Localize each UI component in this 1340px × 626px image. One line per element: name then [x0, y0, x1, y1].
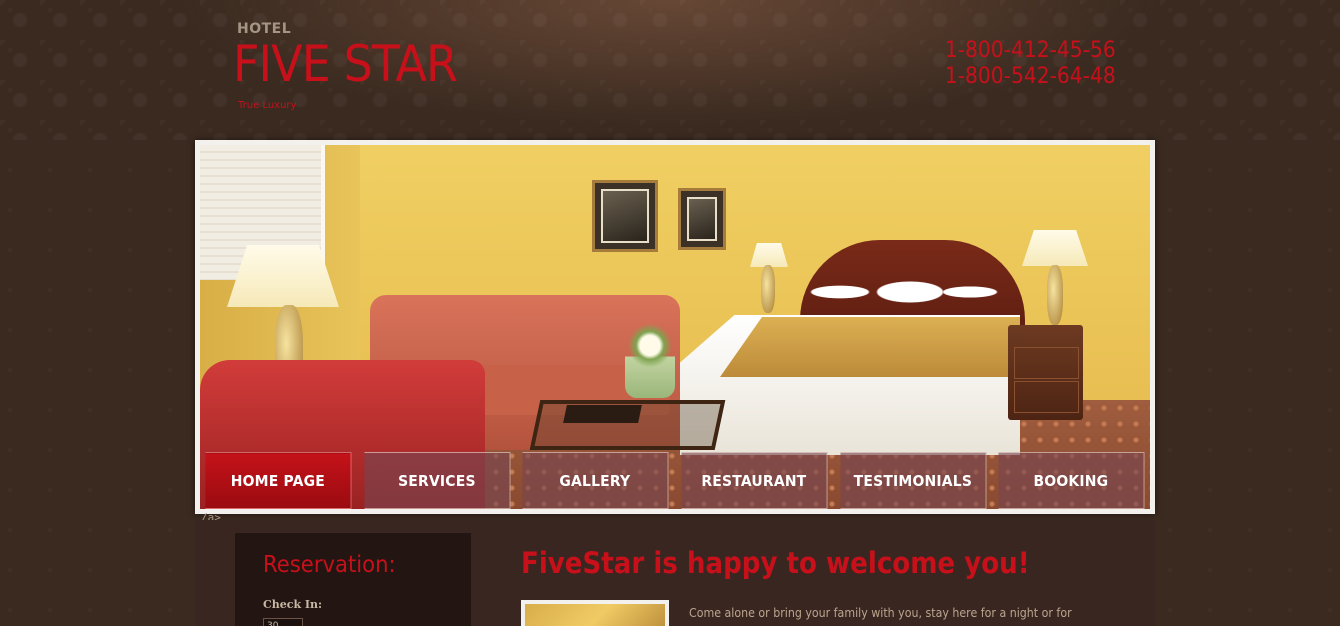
logo-tagline: True Luxury — [238, 100, 297, 111]
hotel-room-photo: HOME PAGE SERVICES GALLERY RESTAURANT TE… — [200, 145, 1150, 509]
phone-number-2: 1-800-542-64-48 — [945, 64, 1116, 89]
site-header: HOTEL FIVE STAR True Luxury 1-800-412-45… — [0, 0, 1340, 140]
nav-item-testimonials[interactable]: TESTIMONIALS — [840, 452, 986, 509]
main-nav: HOME PAGE SERVICES GALLERY RESTAURANT TE… — [200, 452, 1150, 509]
nav-item-restaurant[interactable]: RESTAURANT — [681, 452, 828, 509]
check-in-select[interactable]: 30 — [263, 618, 303, 626]
nav-item-booking[interactable]: BOOKING — [998, 452, 1145, 509]
logo-title[interactable]: FIVE STAR — [233, 34, 458, 94]
reservation-title: Reservation: — [263, 552, 396, 578]
nav-item-home-page[interactable]: HOME PAGE — [205, 452, 352, 509]
welcome-thumbnail[interactable] — [521, 600, 669, 626]
flowers-image — [625, 323, 675, 398]
hero-slider: HOME PAGE SERVICES GALLERY RESTAURANT TE… — [195, 140, 1155, 514]
nightstand-image — [1008, 325, 1083, 420]
wall-picture-image — [592, 180, 658, 252]
nav-item-services[interactable]: SERVICES — [364, 452, 510, 509]
room-thumbnail-image — [525, 604, 665, 626]
welcome-text: Come alone or bring your family with you… — [689, 606, 1072, 620]
reservation-sidebar — [235, 533, 471, 626]
wall-picture-image — [678, 188, 726, 250]
check-in-label: Check In: — [263, 598, 323, 611]
nav-item-gallery[interactable]: GALLERY — [522, 452, 669, 509]
welcome-title: FiveStar is happy to welcome you! — [521, 546, 1030, 580]
phone-number-1: 1-800-412-45-56 — [945, 38, 1116, 63]
phone-numbers: 1-800-412-45-56 1-800-542-64-48 — [945, 38, 1116, 90]
